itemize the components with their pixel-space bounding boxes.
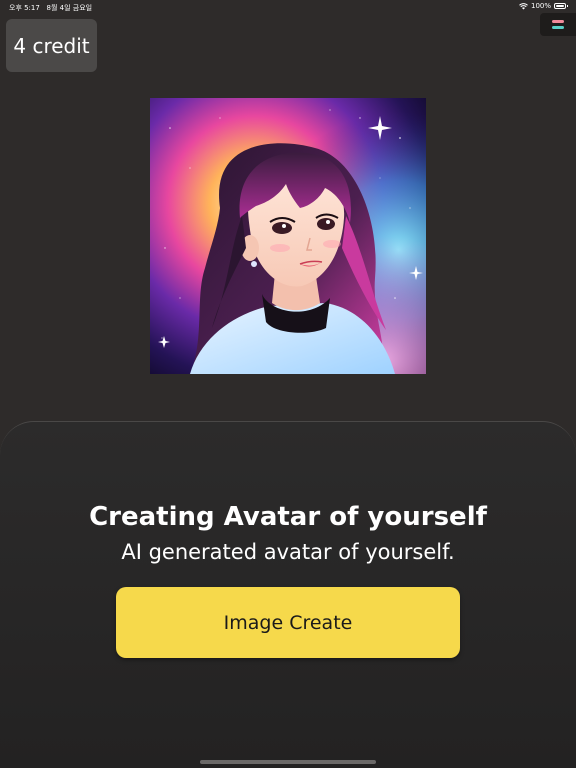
battery-fill bbox=[556, 5, 564, 7]
wifi-icon bbox=[519, 2, 528, 9]
home-indicator[interactable] bbox=[200, 760, 376, 764]
credit-label: 4 credit bbox=[13, 33, 90, 58]
sheet-title: Creating Avatar of yourself bbox=[89, 502, 487, 532]
anime-girl-avatar-icon bbox=[150, 98, 426, 374]
status-bar-left: 오후 5:17 8월 4일 금요일 bbox=[9, 3, 92, 13]
menu-icon-bar-top bbox=[552, 20, 564, 23]
sheet-subtitle: AI generated avatar of yourself. bbox=[121, 540, 455, 564]
status-bar: 오후 5:17 8월 4일 금요일 100% bbox=[0, 0, 576, 14]
menu-icon-bar-bottom bbox=[552, 26, 564, 29]
image-create-button[interactable]: Image Create bbox=[116, 587, 460, 658]
status-date: 8월 4일 금요일 bbox=[46, 4, 93, 12]
status-time: 오후 5:17 bbox=[9, 4, 40, 12]
battery-percent: 100% bbox=[530, 2, 551, 10]
image-create-label: Image Create bbox=[223, 611, 353, 634]
menu-button[interactable] bbox=[540, 13, 576, 36]
status-bar-right: 100% bbox=[519, 2, 568, 10]
credit-button[interactable]: 4 credit bbox=[6, 19, 97, 72]
battery-icon bbox=[554, 3, 568, 9]
avatar-image bbox=[150, 98, 426, 374]
